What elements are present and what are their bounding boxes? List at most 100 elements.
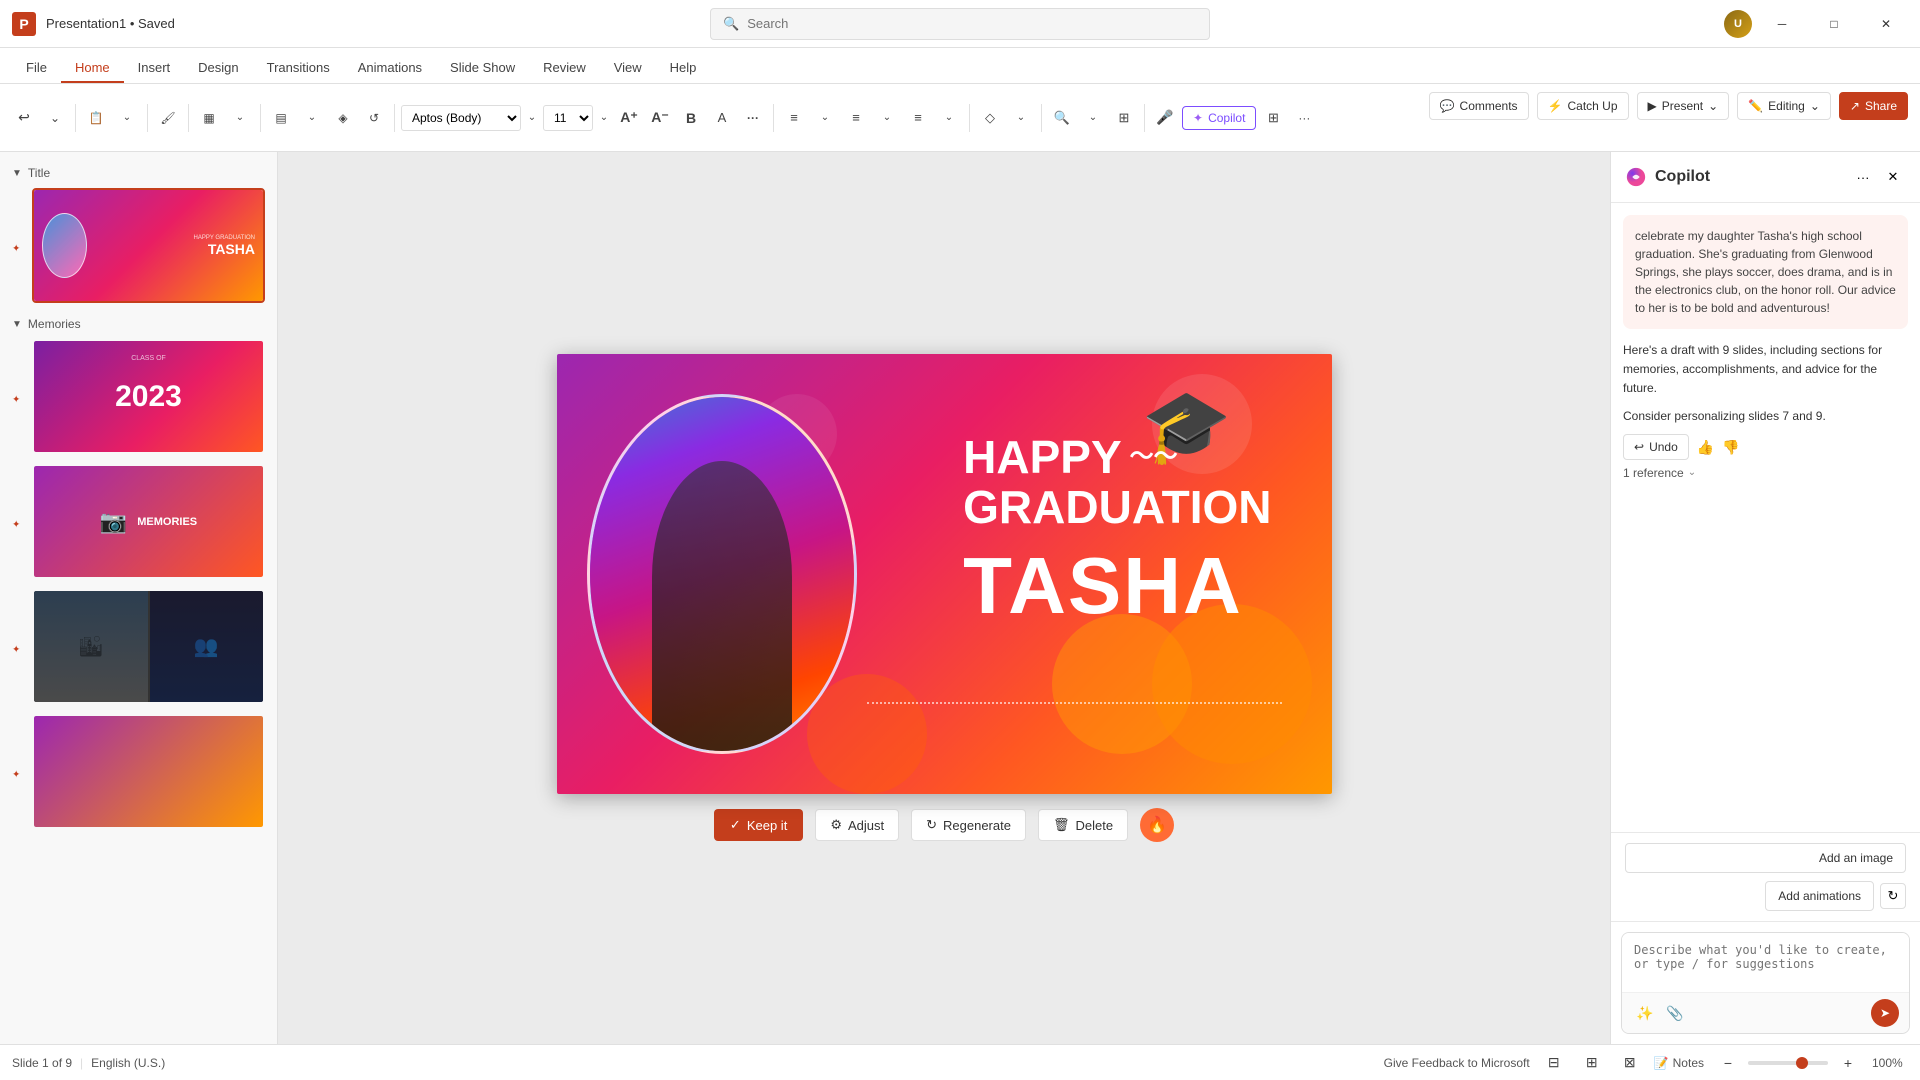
reading-view-button[interactable]: ⊠ [1616, 1049, 1644, 1077]
add-image-button[interactable]: Add an image [1625, 843, 1906, 873]
send-button[interactable]: ➤ [1871, 999, 1899, 1027]
find-dropdown[interactable]: ⌄ [1079, 104, 1107, 132]
present-button[interactable]: ▶ Present ⌄ [1637, 92, 1730, 120]
wavy-icon: 〜〜 [1130, 445, 1178, 469]
feedback-link[interactable]: Give Feedback to Microsoft [1384, 1056, 1530, 1070]
slide-thumb-5[interactable] [32, 714, 265, 829]
clipboard-dropdown[interactable]: ⌄ [113, 104, 141, 132]
shape-fill-button[interactable]: ◇ [976, 104, 1004, 132]
copilot-close-button[interactable]: ✕ [1880, 164, 1906, 190]
numbering-button[interactable]: ≡ [842, 104, 870, 132]
minimize-button[interactable]: ─ [1760, 8, 1804, 40]
more-commands-button[interactable]: ··· [1290, 104, 1318, 132]
notes-button[interactable]: 📝 Notes [1654, 1056, 1704, 1070]
redo-button[interactable]: ⌄ [41, 104, 69, 132]
slide-canvas[interactable]: 🎓 HAPPY 〜〜 GRADUATION TASHA [557, 354, 1332, 794]
insert-slide-dropdown[interactable]: ⌄ [226, 104, 254, 132]
close-button[interactable]: ✕ [1864, 8, 1908, 40]
message-actions: ↩ Undo 👍 👎 [1623, 434, 1908, 460]
slide-item-4: 4 ✦ 🏙 👥 [8, 587, 269, 712]
zoom-out-button[interactable]: − [1714, 1049, 1742, 1077]
design-ideas-button[interactable]: ◈ [329, 104, 357, 132]
keep-button[interactable]: ✓ Keep it [714, 809, 803, 841]
slide-view-button[interactable]: ⊞ [1259, 104, 1287, 132]
tab-animations[interactable]: Animations [344, 54, 436, 83]
bullets-dropdown[interactable]: ⌄ [811, 104, 839, 132]
search-input[interactable] [747, 16, 1197, 31]
dictate-button[interactable]: 🎤 [1151, 104, 1179, 132]
shape-fill-dropdown[interactable]: ⌄ [1007, 104, 1035, 132]
align-dropdown[interactable]: ⌄ [935, 104, 963, 132]
delete-button[interactable]: 🗑 Delete [1038, 809, 1128, 841]
layout-button[interactable]: ▤ [267, 104, 295, 132]
more-text-button[interactable]: ··· [739, 104, 767, 132]
align-button[interactable]: ≡ [904, 104, 932, 132]
section-memories[interactable]: ▼ Memories [8, 311, 269, 337]
share-button[interactable]: ↗ Share [1839, 92, 1908, 120]
editing-button[interactable]: ✏️ Editing ⌄ [1737, 92, 1831, 120]
tab-transitions[interactable]: Transitions [253, 54, 344, 83]
refresh-suggestions-button[interactable]: ↻ [1880, 883, 1906, 909]
copilot-toolbar-button[interactable]: ✦ Copilot [1182, 106, 1256, 130]
insert-slide-button[interactable]: ▦ [195, 104, 223, 132]
slide-thumb-4[interactable]: 🏙 👥 [32, 589, 265, 704]
zoom-level[interactable]: 100% [1872, 1056, 1908, 1070]
catch-up-button[interactable]: ⚡ Catch Up [1537, 92, 1629, 120]
tab-file[interactable]: File [12, 54, 61, 83]
catch-up-icon: ⚡ [1548, 99, 1563, 113]
person-shape [652, 461, 792, 751]
format-painter-button[interactable]: 🖌 [154, 104, 182, 132]
clipboard-button[interactable]: 📋 [82, 104, 110, 132]
accessibility-button[interactable]: ⊞ [1110, 104, 1138, 132]
copilot-input-field[interactable] [1622, 933, 1909, 989]
normal-view-button[interactable]: ⊟ [1540, 1049, 1568, 1077]
attachment-button[interactable]: 📎 [1662, 1000, 1688, 1026]
copilot-more-button[interactable]: ··· [1850, 164, 1876, 190]
reset-button[interactable]: ↺ [360, 104, 388, 132]
font-family-select[interactable]: Aptos (Body) [401, 105, 521, 131]
tab-help[interactable]: Help [656, 54, 711, 83]
slide-sorter-button[interactable]: ⊞ [1578, 1049, 1606, 1077]
thumbs-up-button[interactable]: 👍 [1697, 436, 1714, 458]
increase-font-button[interactable]: A⁺ [615, 104, 643, 132]
font-size-dropdown[interactable]: ⌄ [596, 104, 612, 132]
bullets-button[interactable]: ≡ [780, 104, 808, 132]
canvas-text-area: HAPPY 〜〜 GRADUATION TASHA [963, 434, 1271, 626]
share-icon: ↗ [1850, 99, 1860, 113]
comments-icon: 💬 [1440, 99, 1455, 113]
file-title: Presentation1 • Saved [46, 16, 175, 31]
add-animations-button[interactable]: Add animations [1765, 881, 1874, 911]
tab-design[interactable]: Design [184, 54, 252, 83]
slide-thumb-3[interactable]: 📷 MEMORIES [32, 464, 265, 579]
font-family-dropdown[interactable]: ⌄ [524, 104, 540, 132]
layout-dropdown[interactable]: ⌄ [298, 104, 326, 132]
tab-review[interactable]: Review [529, 54, 600, 83]
tab-insert[interactable]: Insert [124, 54, 185, 83]
tab-slideshow[interactable]: Slide Show [436, 54, 529, 83]
section-title[interactable]: ▼ Title [8, 160, 269, 186]
comments-button[interactable]: 💬 Comments [1429, 92, 1529, 120]
tab-view[interactable]: View [600, 54, 656, 83]
undo-button[interactable]: ↩ Undo [1623, 434, 1689, 460]
decrease-font-button[interactable]: A⁻ [646, 104, 674, 132]
thumbs-down-button[interactable]: 👎 [1722, 436, 1739, 458]
adjust-button[interactable]: ⚙ Adjust [815, 809, 899, 841]
zoom-in-button[interactable]: + [1834, 1049, 1862, 1077]
find-button[interactable]: 🔍 [1048, 104, 1076, 132]
slide-thumb-2[interactable]: CLASS OF 2023 [32, 339, 265, 454]
fire-button[interactable]: 🔥 [1140, 808, 1174, 842]
bold-button[interactable]: B [677, 104, 705, 132]
search-bar[interactable]: 🔍 [710, 8, 1210, 40]
font-color-button[interactable]: A [708, 104, 736, 132]
slide-thumb-1[interactable]: HAPPY GRADUATION TASHA [32, 188, 265, 303]
reference-row[interactable]: 1 reference ⌄ [1623, 460, 1908, 487]
undo-button[interactable]: ↩ [10, 104, 38, 132]
undo-icon: ↩ [1634, 440, 1644, 454]
regenerate-button[interactable]: ↻ Regenerate [911, 809, 1026, 841]
zoom-track[interactable] [1748, 1061, 1828, 1065]
font-size-select[interactable]: 11 [543, 105, 593, 131]
numbering-dropdown[interactable]: ⌄ [873, 104, 901, 132]
tab-home[interactable]: Home [61, 54, 124, 83]
sparkle-input-icon[interactable]: ✨ [1632, 1000, 1658, 1026]
maximize-button[interactable]: □ [1812, 8, 1856, 40]
